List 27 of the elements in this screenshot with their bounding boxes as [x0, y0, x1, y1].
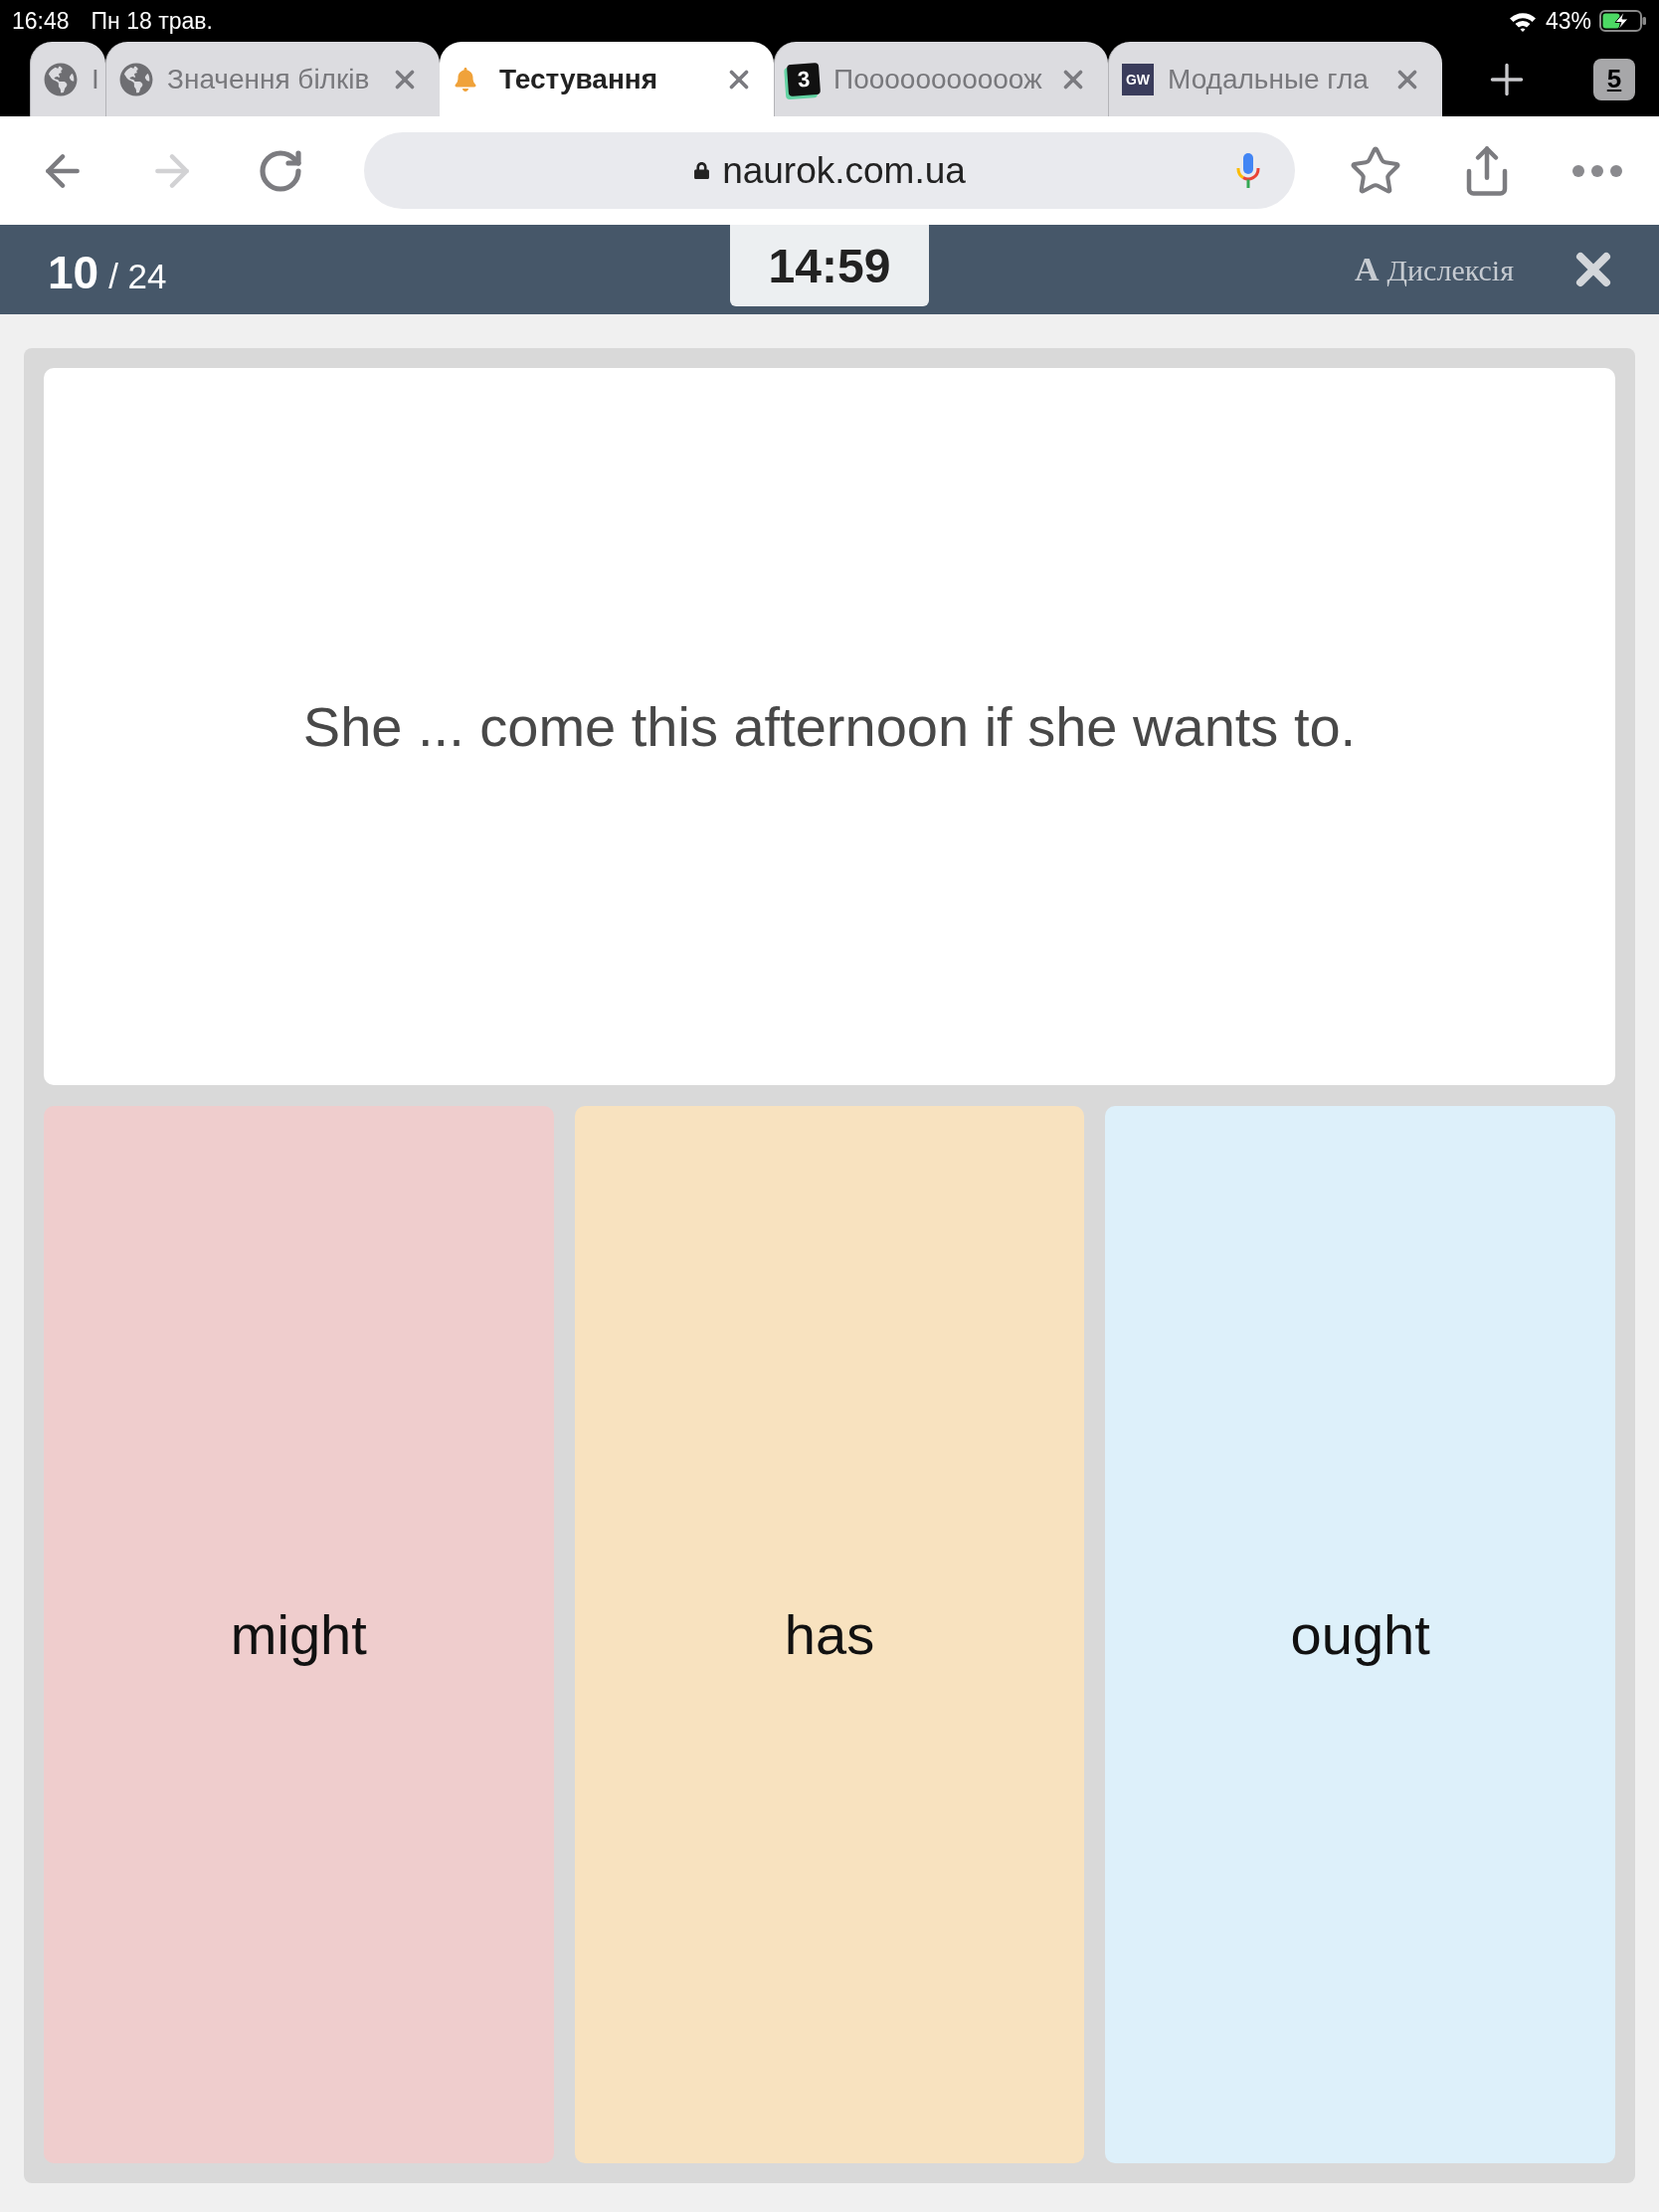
dyslexia-button[interactable]: A Дислексія [1355, 251, 1514, 288]
more-icon[interactable] [1571, 163, 1623, 178]
lock-icon [693, 162, 711, 179]
tab-count-button[interactable]: 5 [1593, 58, 1635, 100]
site-logo: 3 [786, 62, 822, 96]
site-logo: GW [1122, 63, 1154, 95]
battery-percent: 43% [1545, 7, 1591, 35]
question-text: She ... come this afternoon if she wants to. [302, 694, 1357, 759]
microphone-icon[interactable] [1235, 151, 1261, 190]
browser-tab[interactable]: GW Модальные гла [1108, 42, 1442, 116]
wifi-icon [1507, 10, 1538, 32]
status-date: Пн 18 трав. [91, 7, 213, 35]
globe-icon [44, 62, 78, 96]
globe-icon [119, 62, 153, 96]
battery-charging-icon [1599, 10, 1647, 32]
timer: 14:59 [730, 225, 929, 306]
address-bar[interactable]: naurok.com.ua [364, 132, 1295, 209]
question-number: 10 [48, 246, 99, 299]
bell-icon [454, 67, 477, 92]
status-time: 16:48 [12, 7, 70, 35]
question-total: / 24 [108, 256, 167, 296]
answer-button[interactable]: has [574, 1106, 1085, 2163]
browser-tab[interactable]: 3 Пооооооооооож [774, 42, 1108, 116]
answer-button[interactable]: might [44, 1106, 554, 2163]
browser-tab[interactable]: Тестування [440, 42, 774, 116]
answer-button[interactable]: ought [1105, 1106, 1615, 2163]
close-icon[interactable] [1575, 252, 1611, 287]
